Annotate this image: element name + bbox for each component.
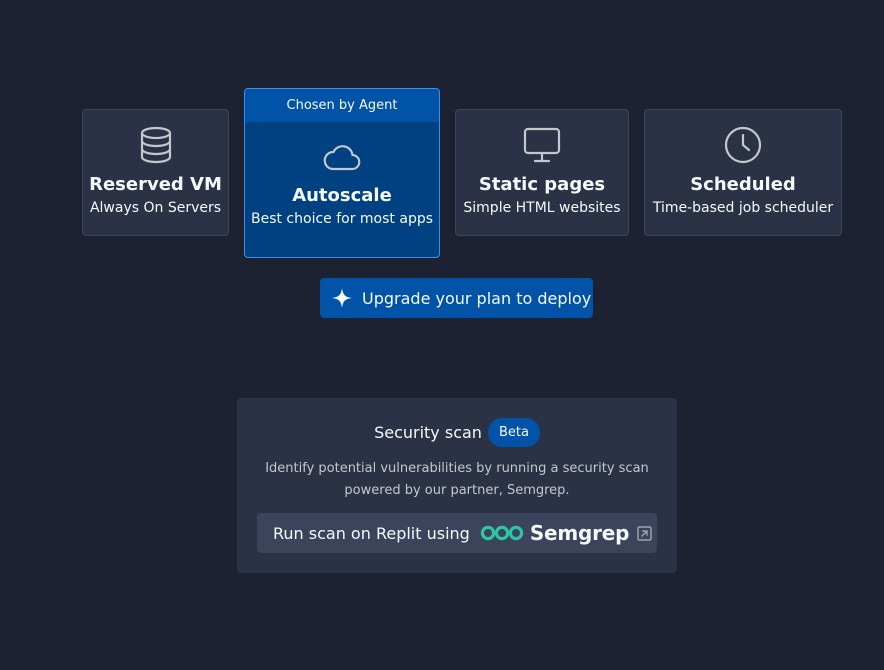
chosen-by-agent-badge: Chosen by Agent <box>245 89 439 122</box>
deployment-option-static-pages[interactable]: Static pages Simple HTML websites <box>455 109 629 236</box>
security-scan-panel: Security scan Beta Identify potential vu… <box>237 398 677 573</box>
option-title: Reserved VM <box>89 174 222 195</box>
clock-icon <box>724 126 762 164</box>
option-subtitle: Best choice for most apps <box>250 211 434 227</box>
sparkle-icon <box>331 287 353 309</box>
semgrep-wordmark: Semgrep <box>529 521 630 545</box>
deployment-option-autoscale[interactable]: Chosen by Agent Autoscale Best choice fo… <box>244 88 440 258</box>
option-title: Scheduled <box>690 174 796 195</box>
deployment-option-reserved-vm[interactable]: Reserved VM Always On Servers <box>82 109 229 236</box>
upgrade-plan-label: Upgrade your plan to deploy <box>362 288 592 308</box>
security-scan-description: Identify potential vulnerabilities by ru… <box>265 461 649 498</box>
run-scan-label: Run scan on Replit using <box>273 523 470 543</box>
beta-badge: Beta <box>487 418 540 447</box>
semgrep-logo: Semgrep <box>480 521 629 545</box>
monitor-icon <box>523 126 561 164</box>
deployment-option-scheduled[interactable]: Scheduled Time-based job scheduler <box>644 109 842 236</box>
option-subtitle: Always On Servers <box>89 200 222 216</box>
upgrade-plan-button[interactable]: Upgrade your plan to deploy <box>320 278 593 318</box>
external-link-icon <box>637 525 653 541</box>
option-title: Autoscale <box>292 185 392 206</box>
cloud-icon <box>323 140 361 174</box>
option-subtitle: Time-based job scheduler <box>652 200 834 216</box>
run-scan-button[interactable]: Run scan on Replit using Semgrep <box>257 513 657 553</box>
option-subtitle: Simple HTML websites <box>463 200 621 216</box>
database-icon <box>139 126 173 164</box>
security-scan-header: Security scan Beta <box>237 418 677 447</box>
option-title: Static pages <box>478 174 606 195</box>
semgrep-logo-icon <box>480 525 524 541</box>
security-scan-title: Security scan <box>374 423 482 442</box>
